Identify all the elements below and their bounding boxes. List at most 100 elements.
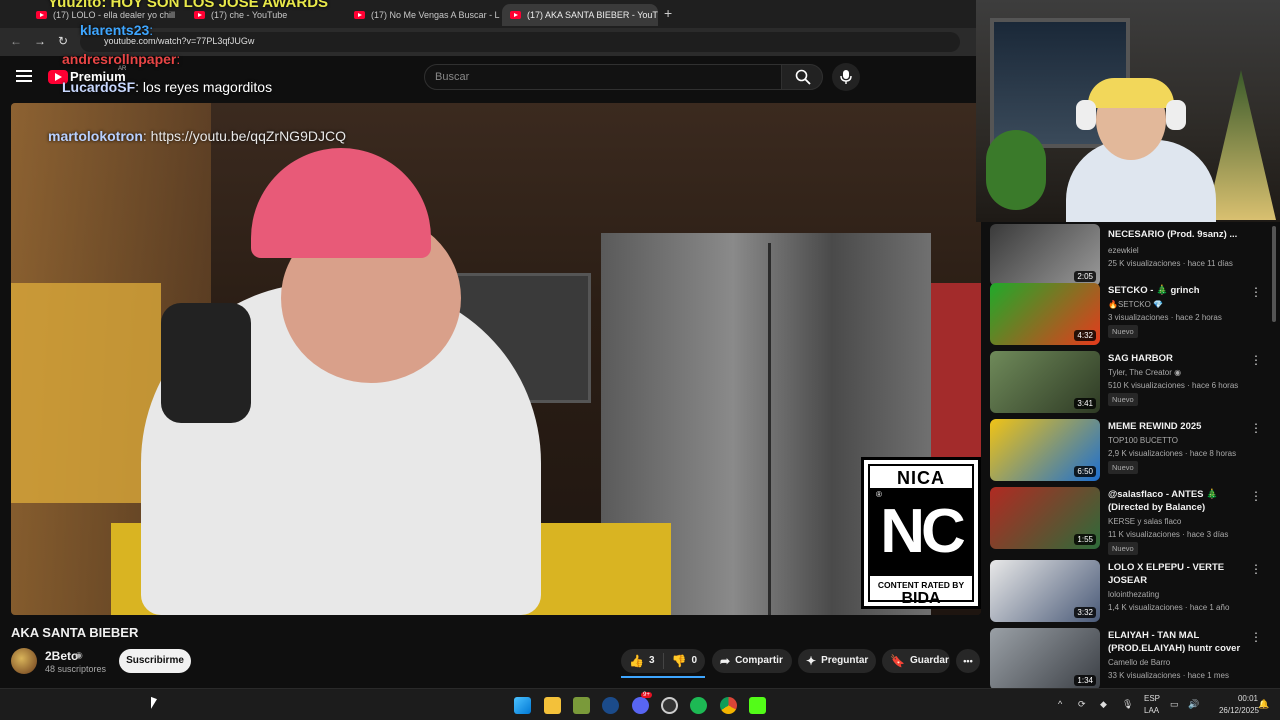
discord-icon[interactable]: 9+ (632, 692, 652, 714)
new-badge: Nuevo (1108, 325, 1138, 338)
duration-badge: 1:34 (1074, 675, 1096, 686)
file-explorer-icon[interactable] (544, 697, 561, 714)
like-count[interactable]: 3 (649, 649, 655, 673)
dislike-icon[interactable]: 👎 (672, 649, 687, 673)
notification-icon[interactable]: 🔔 (1258, 699, 1269, 710)
sync-icon[interactable]: ⟳ (1078, 699, 1086, 710)
search-button[interactable] (781, 64, 823, 90)
more-options-icon[interactable]: ⋮ (1250, 489, 1262, 503)
save-button[interactable]: 🔖 Guardar (882, 649, 950, 673)
fridge-seam (768, 243, 771, 615)
tab-label: (17) che - YouTube (211, 10, 288, 20)
duration-badge: 1:55 (1074, 534, 1096, 545)
recommendation-item[interactable]: 1:55 @salasflaco - ANTES 🎄 (Directed by … (990, 487, 1280, 555)
channel-avatar[interactable] (11, 648, 37, 674)
microphone-tray-icon[interactable]: 🎙 (1122, 699, 1133, 710)
keyboard-layout[interactable]: LAA (1144, 706, 1159, 715)
windows-start-icon[interactable] (514, 697, 531, 714)
recommendation-channel[interactable]: KERSE y salas flaco (1108, 517, 1181, 526)
video-player[interactable]: NICA NC ® CONTENT RATED BY BIDA (11, 103, 981, 615)
obs-icon[interactable] (661, 697, 678, 714)
tab-no-me-vengas[interactable]: (17) No Me Vengas A Buscar - L ✕ (346, 4, 500, 26)
recommendation-channel[interactable]: lolointhezating (1108, 590, 1159, 599)
chevron-up-icon[interactable]: ^ (1058, 699, 1062, 709)
recommendation-channel[interactable]: ezewkiel (1108, 246, 1139, 255)
recommendation-title[interactable]: @salasflaco - ANTES 🎄 (Directed by Balan… (1108, 488, 1248, 514)
recommendation-title[interactable]: MEME REWIND 2025 (1108, 420, 1248, 433)
back-icon[interactable]: ← (10, 34, 22, 48)
new-badge: Nuevo (1108, 461, 1138, 474)
new-tab-button[interactable]: + (664, 5, 672, 21)
subscribe-button[interactable]: Suscribirme (119, 649, 191, 673)
recommendation-channel[interactable]: Camello de Barro (1108, 658, 1170, 667)
spotify-icon[interactable] (690, 697, 707, 714)
ask-button[interactable]: ✦ Preguntar (798, 649, 876, 673)
more-icon: ••• (963, 656, 973, 666)
network-icon[interactable]: ▭ (1170, 699, 1179, 710)
recommendation-item[interactable]: 3:32 LOLO X ELPEPU - VERTE JOSEAR loloin… (990, 560, 1280, 626)
volume-icon[interactable]: 🔊 (1188, 699, 1199, 710)
thumbnail[interactable]: 3:41 (990, 351, 1100, 413)
recommendation-item[interactable]: 3:41 SAG HARBOR Tyler, The Creator ◉ 510… (990, 351, 1280, 417)
tab-label: (17) AKA SANTA BIEBER - YouT (527, 10, 658, 20)
more-options-icon[interactable]: ⋮ (1250, 421, 1262, 435)
reload-icon[interactable]: ↻ (58, 34, 68, 48)
kick-icon[interactable] (749, 697, 766, 714)
thumbnail[interactable]: 4:32 (990, 283, 1100, 345)
recommendation-item[interactable]: 6:50 MEME REWIND 2025 TOP100 BUCETTO 2,9… (990, 419, 1280, 485)
ask-label: Preguntar (821, 655, 869, 666)
more-actions-button[interactable]: ••• (956, 649, 980, 673)
chat-user: LucardoSF (62, 79, 136, 95)
recommendation-meta: 11 K visualizaciones · hace 3 días (1108, 530, 1229, 539)
recommendation-channel[interactable]: Tyler, The Creator ◉ (1108, 368, 1181, 377)
duration-badge: 3:32 (1074, 607, 1096, 618)
app-icon[interactable] (573, 697, 590, 714)
thumbnail[interactable]: 1:55 (990, 487, 1100, 549)
sidebar-scrollbar[interactable] (1272, 226, 1276, 322)
like-icon[interactable]: 👍 (629, 649, 644, 673)
dislike-count[interactable]: 0 (691, 649, 697, 673)
more-options-icon[interactable]: ⋮ (1250, 353, 1262, 367)
notification-badge: 9+ (641, 692, 652, 698)
language-code[interactable]: ESP (1144, 694, 1160, 703)
rating-badge-top: NICA (897, 468, 945, 488)
recommendation-item[interactable]: 4:32 SETCKO - 🎄 grinch 🔥SETCKO 💎 3 visua… (990, 283, 1280, 349)
chrome-icon[interactable] (720, 697, 737, 714)
recommendation-title[interactable]: SETCKO - 🎄 grinch (1108, 284, 1248, 297)
share-button[interactable]: ➦ Compartir (712, 649, 792, 673)
webcam-overlay (976, 0, 1280, 222)
recommendation-channel[interactable]: 🔥SETCKO 💎 (1108, 300, 1163, 309)
headphone-right (1166, 100, 1186, 130)
forward-icon[interactable]: → (34, 34, 46, 48)
chat-user: Yuuzito (48, 0, 102, 11)
hamburger-menu-icon[interactable] (16, 70, 32, 82)
chat-message: klarents23: (80, 22, 153, 38)
steam-icon[interactable] (602, 697, 619, 714)
tab-aka-santa-bieber[interactable]: (17) AKA SANTA BIEBER - YouT ✕ (502, 4, 658, 26)
recommendation-title[interactable]: NECESARIO (Prod. 9sanz) ... (1108, 228, 1248, 241)
divider (662, 653, 664, 669)
shield-icon[interactable]: ◆ (1100, 699, 1107, 710)
thumbnail[interactable]: 3:32 (990, 560, 1100, 622)
recommendation-title[interactable]: SAG HARBOR (1108, 352, 1248, 365)
more-options-icon[interactable]: ⋮ (1250, 562, 1262, 576)
thumbnail[interactable]: 1:34 (990, 628, 1100, 690)
thumbnail[interactable]: 6:50 (990, 419, 1100, 481)
chat-user: martolokotron (48, 128, 143, 144)
more-options-icon[interactable]: ⋮ (1250, 630, 1262, 644)
more-options-icon[interactable]: ⋮ (1250, 285, 1262, 299)
rating-badge-code: NC (870, 488, 972, 576)
registered-mark: ® (876, 490, 882, 499)
recommendation-title[interactable]: ELAIYAH - TAN MAL (PROD.ELAIYAH) huntr c… (1108, 629, 1248, 655)
recommendations-sidebar: 2:05 NECESARIO (Prod. 9sanz) ... ezewkie… (990, 222, 1280, 690)
recommendation-item[interactable]: 2:05 NECESARIO (Prod. 9sanz) ... ezewkie… (990, 224, 1280, 290)
recommendation-channel[interactable]: TOP100 BUCETTO (1108, 436, 1178, 445)
duration-badge: 4:32 (1074, 330, 1096, 341)
recommendation-item[interactable]: 1:34 ELAIYAH - TAN MAL (PROD.ELAIYAH) hu… (990, 628, 1280, 694)
channel-name[interactable]: 2Beto (45, 649, 78, 663)
search-input[interactable]: Buscar (424, 64, 782, 90)
voice-search-button[interactable] (832, 63, 860, 91)
recommendation-title[interactable]: LOLO X ELPEPU - VERTE JOSEAR (1108, 561, 1248, 587)
chat-message: LucardoSF: los reyes magorditos (62, 79, 272, 95)
thumbnail[interactable]: 2:05 (990, 224, 1100, 286)
